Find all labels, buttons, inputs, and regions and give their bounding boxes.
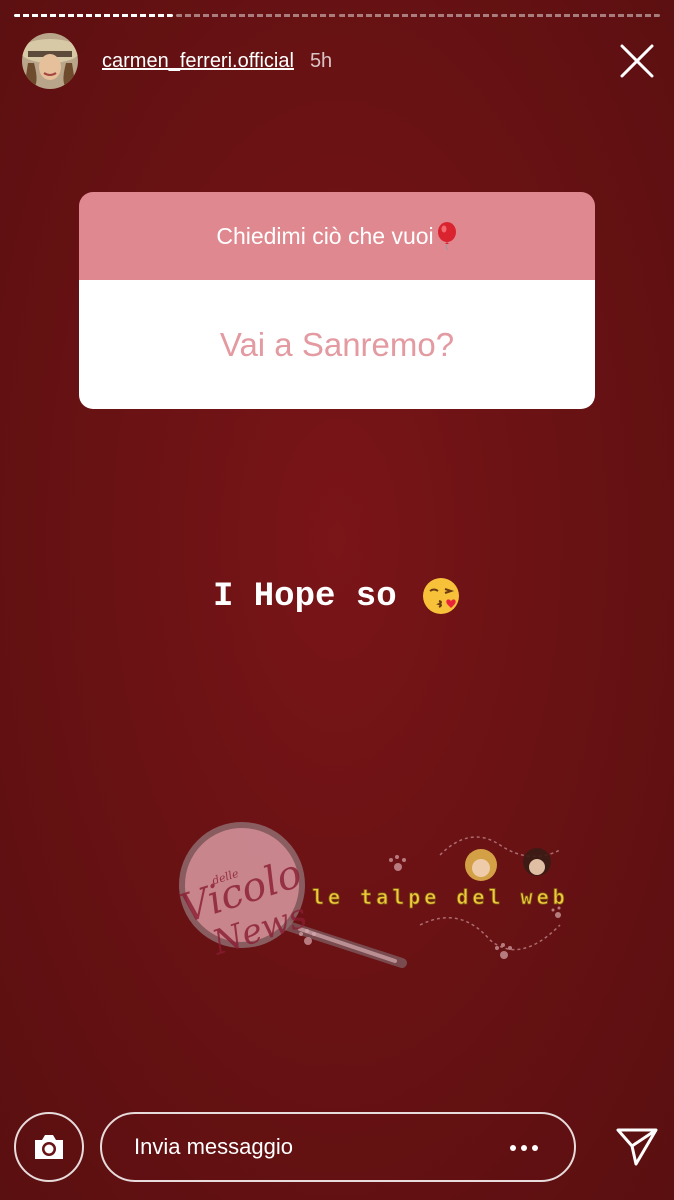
progress-segment — [176, 14, 336, 17]
watermark-logo: Vicolo delle News le talpe del web — [140, 815, 580, 975]
question-sticker-header: Chiedimi ciò che vuoi — [79, 192, 595, 280]
balloon-icon — [436, 222, 458, 251]
progress-segment — [500, 14, 660, 17]
kissing-face-emoji-icon — [421, 576, 461, 616]
question-text: Vai a Sanremo? — [219, 325, 455, 363]
caption-text: I Hope so — [212, 577, 397, 616]
story-timestamp: 5h — [309, 49, 333, 72]
progress-segment — [338, 14, 498, 17]
close-icon[interactable] — [618, 42, 656, 80]
message-input[interactable]: Invia messaggio — [100, 1112, 576, 1182]
story-header: carmen_ferreri.official 5h — [22, 32, 656, 90]
story-footer: Invia messaggio — [14, 1112, 660, 1184]
send-direct-icon[interactable] — [614, 1124, 660, 1170]
story-progress-bar — [14, 14, 660, 17]
story-username[interactable]: carmen_ferreri.official — [102, 50, 294, 73]
camera-button[interactable] — [14, 1112, 84, 1182]
story-caption: I Hope so — [0, 576, 674, 616]
progress-segment-viewed — [14, 14, 174, 17]
question-prompt: Chiedimi ciò che vuoi — [216, 222, 434, 249]
avatar[interactable] — [22, 33, 78, 89]
more-options-icon[interactable] — [510, 1145, 538, 1151]
question-answer-area: Vai a Sanremo? — [79, 280, 595, 409]
message-placeholder: Invia messaggio — [134, 1134, 293, 1159]
camera-icon — [35, 1135, 63, 1159]
svg-text:le talpe del web: le talpe del web — [312, 885, 569, 909]
question-sticker[interactable]: Chiedimi ciò che vuoi Vai a Sanremo? — [79, 192, 595, 409]
